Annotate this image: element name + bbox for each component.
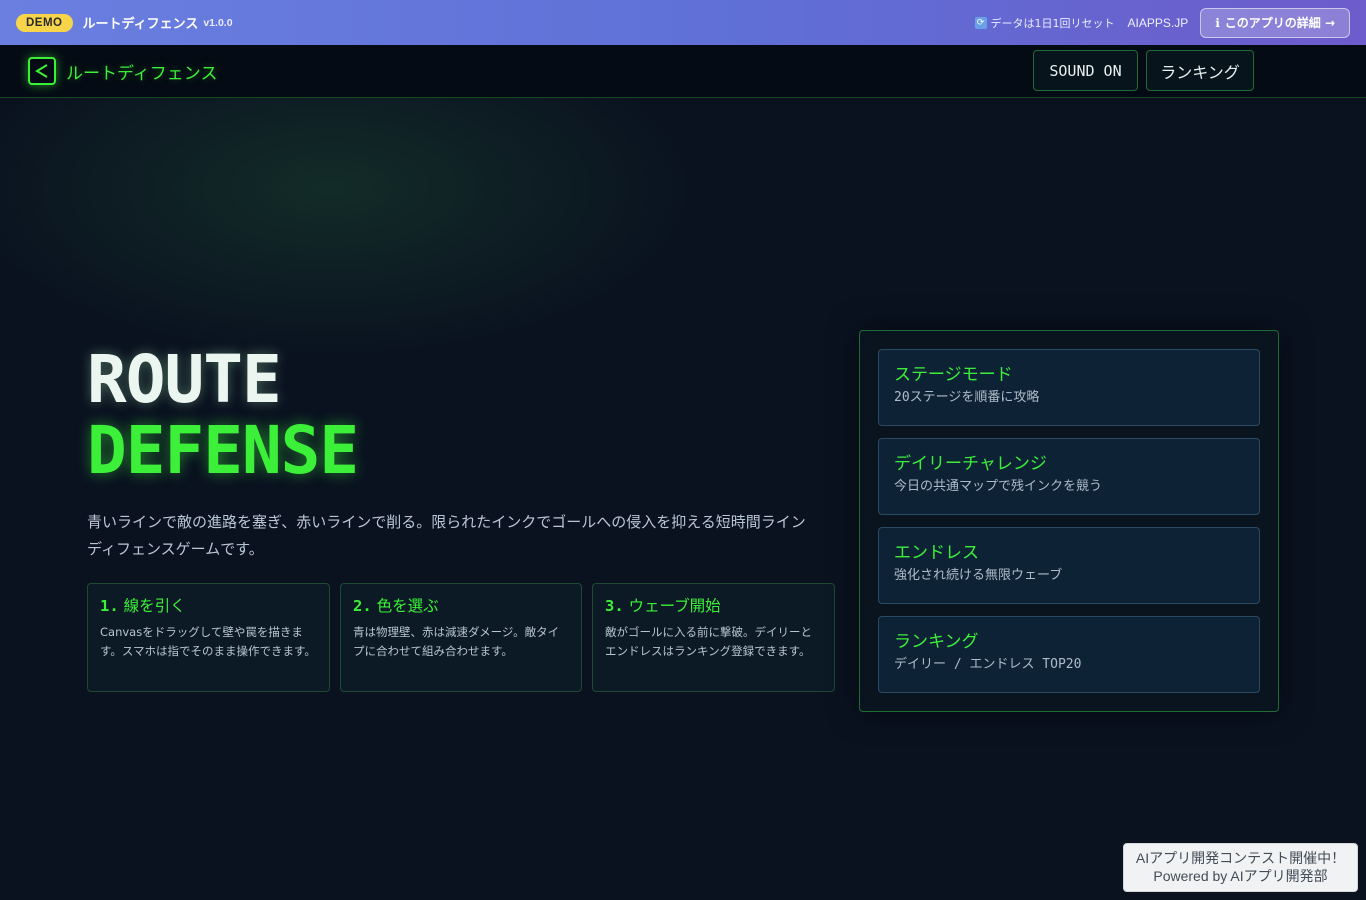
mode-stage-button[interactable]: ステージモード 20ステージを順番に攻略 bbox=[878, 349, 1260, 426]
mode-subtitle: デイリー / エンドレス TOP20 bbox=[894, 657, 1082, 672]
step-description: Canvasをドラッグして壁や罠を描きます。スマホは指でそのまま操作できます。 bbox=[100, 625, 316, 658]
hero-title-line2: DEFENSE bbox=[87, 412, 359, 489]
step-card-draw: 1. 線を引く Canvasをドラッグして壁や罠を描きます。スマホは指でそのまま… bbox=[87, 583, 330, 692]
reset-note-text: データは1日1回リセット bbox=[990, 16, 1115, 30]
contest-line2: Powered by AIアプリ開発部 bbox=[1153, 868, 1328, 884]
mode-daily-button[interactable]: デイリーチャレンジ 今日の共通マップで残インクを競う bbox=[878, 438, 1260, 515]
sound-toggle-button[interactable]: SOUND ON bbox=[1033, 50, 1138, 91]
ranking-button[interactable]: ランキング bbox=[1146, 50, 1254, 91]
demo-bar-right: ⟳ データは1日1回リセット AIAPPS.JP ℹ このアプリの詳細 → bbox=[974, 7, 1350, 38]
step-title: 3. ウェーブ開始 bbox=[605, 595, 822, 617]
step-description: 敵がゴールに入る前に撃破。デイリーとエンドレスはランキング登録できます。 bbox=[605, 625, 812, 658]
step-card-color: 2. 色を選ぶ 青は物理壁、赤は減速ダメージ。敵タイプに合わせて組み合わせます。 bbox=[340, 583, 582, 692]
app-header: ルートディフェンス SOUND ON ランキング bbox=[0, 45, 1366, 98]
contest-banner[interactable]: AIアプリ開発コンテスト開催中！ Powered by AIアプリ開発部 bbox=[1123, 843, 1358, 892]
demo-bar: DEMO ルートディフェンス v1.0.0 ⟳ データは1日1回リセット AIA… bbox=[0, 0, 1366, 45]
step-description: 青は物理壁、赤は減速ダメージ。敵タイプに合わせて組み合わせます。 bbox=[353, 625, 560, 658]
app-detail-label: このアプリの詳細 → bbox=[1224, 16, 1335, 30]
mode-subtitle: 強化され続ける無限ウェーブ bbox=[894, 568, 1063, 583]
refresh-icon: ⟳ bbox=[974, 16, 987, 29]
hero-title: ROUTE DEFENSE bbox=[87, 341, 359, 489]
contest-line1: AIアプリ開発コンテスト開催中！ bbox=[1135, 850, 1346, 866]
info-icon: ℹ bbox=[1215, 15, 1220, 30]
reset-note: ⟳ データは1日1回リセット bbox=[974, 15, 1115, 31]
step-number: 2. bbox=[353, 597, 372, 615]
step-title: 1. 線を引く bbox=[100, 595, 317, 617]
mode-subtitle: 今日の共通マップで残インクを競う bbox=[894, 479, 1103, 494]
step-number: 3. bbox=[605, 597, 624, 615]
step-number: 1. bbox=[100, 597, 119, 615]
step-label: ウェーブ開始 bbox=[628, 597, 721, 615]
step-card-wave: 3. ウェーブ開始 敵がゴールに入る前に撃破。デイリーとエンドレスはランキング登… bbox=[592, 583, 835, 692]
mode-ranking-button[interactable]: ランキング デイリー / エンドレス TOP20 bbox=[878, 616, 1260, 693]
demo-app-name: ルートディフェンス bbox=[82, 17, 199, 32]
demo-badge: DEMO bbox=[16, 13, 73, 32]
mode-title: ステージモード bbox=[894, 365, 1013, 385]
mode-title: デイリーチャレンジ bbox=[894, 454, 1047, 474]
step-label: 線を引く bbox=[123, 597, 186, 615]
step-label: 色を選ぶ bbox=[376, 597, 439, 615]
mode-title: エンドレス bbox=[894, 543, 979, 563]
app-title: ルートディフェンス bbox=[66, 64, 218, 84]
site-link[interactable]: AIAPPS.JP bbox=[1128, 16, 1189, 30]
mode-title: ランキング bbox=[894, 632, 979, 652]
mode-subtitle: 20ステージを順番に攻略 bbox=[894, 390, 1040, 405]
mode-endless-button[interactable]: エンドレス 強化され続ける無限ウェーブ bbox=[878, 527, 1260, 604]
back-arrow-icon[interactable] bbox=[28, 57, 56, 85]
hero-description: 青いラインで敵の進路を塞ぎ、赤いラインで削る。限られたインクでゴールへの侵入を抑… bbox=[87, 513, 806, 558]
app-detail-button[interactable]: ℹ このアプリの詳細 → bbox=[1200, 7, 1350, 38]
demo-version: v1.0.0 bbox=[203, 16, 233, 29]
hero-title-line1: ROUTE bbox=[87, 341, 282, 418]
step-title: 2. 色を選ぶ bbox=[353, 595, 569, 617]
mode-select-panel: ステージモード 20ステージを順番に攻略 デイリーチャレンジ 今日の共通マップで… bbox=[859, 330, 1279, 712]
